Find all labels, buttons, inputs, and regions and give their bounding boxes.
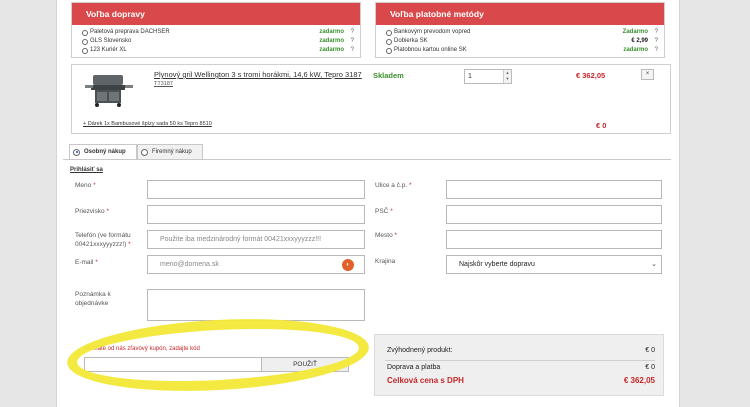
grand-total-value: € 362,05 [623,376,655,385]
radio-icon[interactable] [82,38,88,45]
help-icon[interactable]: ? [655,46,658,55]
first-name-field[interactable] [147,180,365,199]
quantity-input[interactable]: 1 ▲ ▼ [464,69,512,84]
last-name-field[interactable] [147,205,365,224]
highlight-annotation [65,312,371,398]
tab-company[interactable]: Firemný nákup [137,144,203,160]
help-icon[interactable]: ? [351,46,354,55]
payment-option-cod[interactable]: Dobierka SK € 2,99 ? [386,37,658,46]
radio-icon[interactable] [82,47,88,54]
radio-icon[interactable] [386,47,392,54]
grand-total-label: Celková cena s DPH [387,376,464,385]
gift-link[interactable]: + Dárek 1x Bambusové špízy sada 50 ks Te… [83,121,212,127]
phone-field[interactable]: Použite iba medzinárodný formát 00421xxx… [147,230,365,249]
country-select[interactable]: Najskôr vyberte dopravu ⌄ [446,255,662,274]
city-field[interactable] [446,230,662,249]
summary-divider [385,360,655,361]
radio-icon[interactable] [82,29,88,36]
street-label: Ulice a č.p. * [375,182,412,189]
shipping-box: Voľba dopravy Paletová preprava DACHSER … [71,2,361,58]
zip-label: PSČ * [375,208,393,215]
first-name-label: Meno * [75,182,96,189]
radio-icon[interactable] [73,148,80,156]
email-field[interactable]: meno@domena.sk ◐ [147,255,365,274]
remove-item-button[interactable]: × [641,69,654,80]
shipping-option-123kurier[interactable]: 123 Kuriér XL zadarmo ? [82,46,354,55]
email-label: E-mail * [75,259,98,266]
login-link[interactable]: Prihlásiť sa [70,167,103,173]
quantity-value: 1 [468,73,472,80]
cart-item: Plynový gril Wellington 3 s tromi horákm… [71,64,671,134]
shipping-total-label: Doprava a platba [387,364,441,371]
product-image[interactable] [83,69,135,109]
shipping-title: Voľba dopravy [72,3,360,25]
stock-status: Skladem [373,71,404,80]
payment-option-card[interactable]: Platobnou kartou online SK zadarmo ? [386,46,658,55]
order-summary: Zvýhodnený produkt: € 0 Doprava a platba… [374,334,664,396]
payment-title: Voľba platobné metódy [376,3,664,25]
help-icon[interactable]: ? [351,28,354,37]
country-label: Krajina [375,258,396,265]
phone-label: Telefón (ve formátu 00421xxxyyyzzz!) * [75,232,131,248]
shipping-option-gls[interactable]: GLS Slovensko zadarmo ? [82,37,354,46]
quantity-stepper[interactable]: ▲ ▼ [503,70,511,83]
help-icon[interactable]: ? [655,28,658,37]
city-label: Mesto * [375,232,398,239]
chevron-down-icon: ⌄ [651,261,657,268]
autofill-icon[interactable]: ◐ [342,259,354,271]
tab-divider [63,159,671,160]
checkout-page: Voľba dopravy Paletová preprava DACHSER … [56,0,680,407]
zip-field[interactable] [446,205,662,224]
help-icon[interactable]: ? [655,37,658,46]
help-icon[interactable]: ? [351,37,354,46]
gift-price: € 0 [596,121,607,130]
payment-option-transfer[interactable]: Bankovým prevodom vopred Zadarmo ? [386,28,658,37]
discount-value: € 0 [645,347,655,354]
note-label: Poznámka k objednávke [75,291,111,307]
tab-personal[interactable]: Osobný nákup [69,144,137,160]
street-field[interactable] [446,180,662,199]
radio-icon[interactable] [386,29,392,36]
product-price: € 362,05 [576,71,606,80]
product-name-link[interactable]: Plynový gril Wellington 3 s tromi horákm… [154,70,362,79]
discount-label: Zvýhodnený produkt: [387,347,453,354]
product-code-link[interactable]: TT3187 [154,81,173,87]
note-textarea[interactable] [147,289,365,321]
shipping-total-value: € 0 [645,364,655,371]
payment-box: Voľba platobné metódy Bankovým prevodom … [375,2,665,58]
shipping-option-dachser[interactable]: Paletová preprava DACHSER zadarmo ? [82,28,354,37]
last-name-label: Priezvisko * [75,208,109,215]
radio-icon[interactable] [141,148,148,156]
radio-icon[interactable] [386,38,392,45]
